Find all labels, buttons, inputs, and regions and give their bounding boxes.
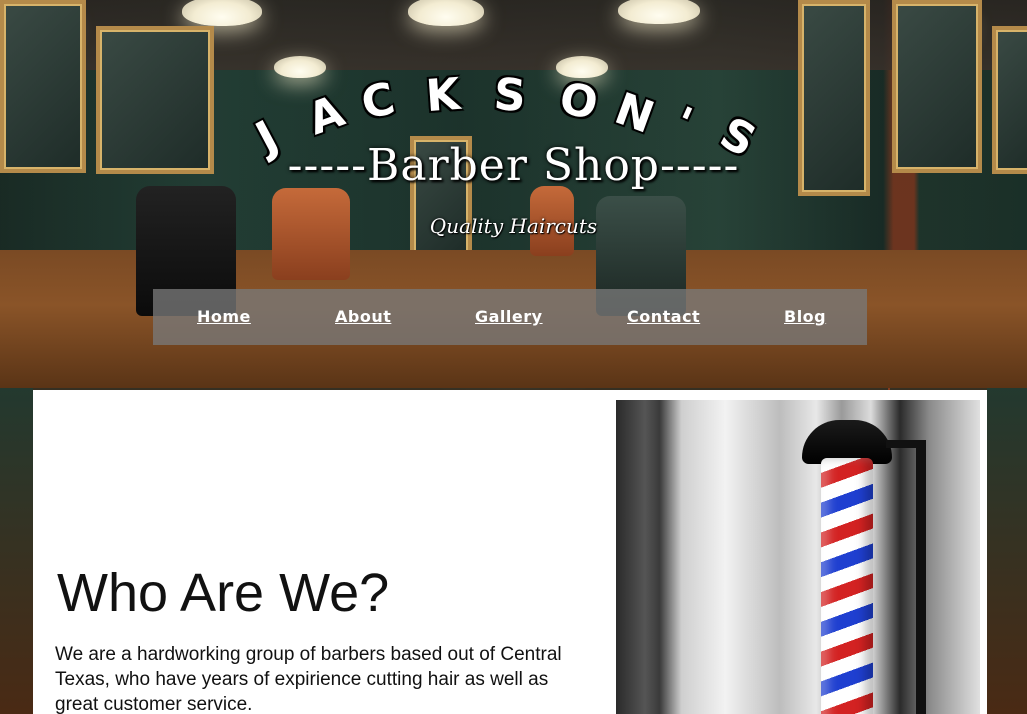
ceiling-lamp (618, 0, 700, 24)
nav-link-home[interactable]: Home (197, 307, 251, 326)
page: J A C K S O N ' S -----Barber Shop----- … (0, 0, 1027, 714)
nav-link-contact[interactable]: Contact (627, 307, 700, 326)
brand-arc-letter: C (357, 73, 400, 130)
ceiling-lamp (408, 0, 484, 26)
background-tile-left (0, 388, 33, 714)
nav-link-gallery[interactable]: Gallery (475, 307, 543, 326)
brand-arc-letter: N (608, 83, 661, 144)
nav-link-about[interactable]: About (335, 307, 391, 326)
background-tile-right (987, 388, 1027, 714)
barber-pole-image (616, 400, 980, 714)
brand-title: -----Barber Shop----- (287, 140, 740, 191)
brand-arc-letter: K (424, 68, 462, 123)
brand-tagline: Quality Haircuts (429, 214, 598, 238)
main-nav: Home About Gallery Contact Blog (153, 289, 867, 345)
nav-link-blog[interactable]: Blog (784, 307, 826, 326)
barber-pole-post (916, 440, 926, 714)
brand-arc-letter: A (301, 85, 351, 146)
brand-arc-letter: O (555, 72, 603, 131)
about-heading: Who Are We? (57, 563, 390, 623)
hero-banner: J A C K S O N ' S -----Barber Shop----- … (0, 0, 1027, 388)
ceiling-lamp (182, 0, 262, 26)
about-section: Who Are We? We are a hardworking group o… (33, 390, 987, 714)
brand-arc-letter: S (492, 68, 528, 123)
about-text: We are a hardworking group of barbers ba… (55, 644, 562, 714)
barber-pole-stripes (821, 458, 873, 714)
